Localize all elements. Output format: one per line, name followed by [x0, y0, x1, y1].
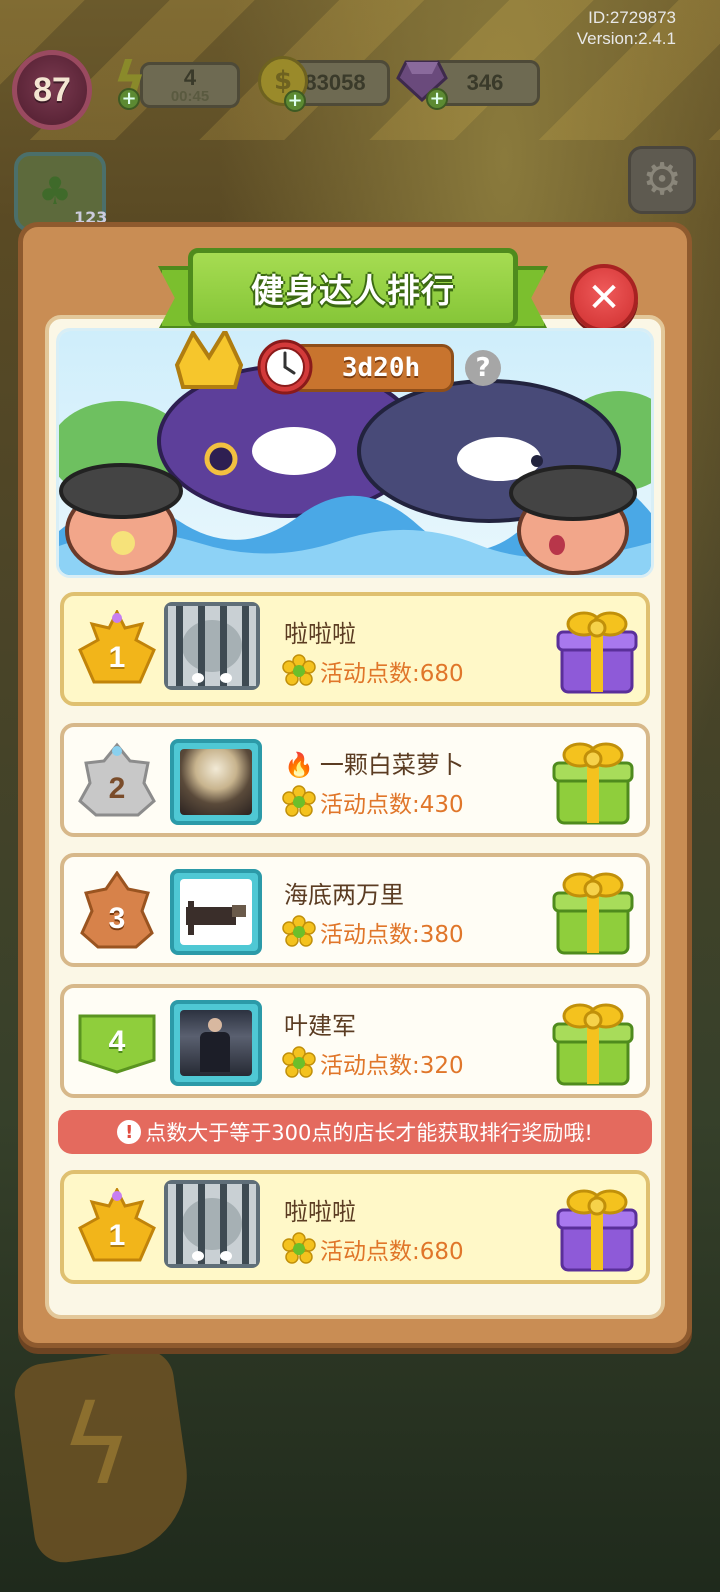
clock-icon [256, 338, 314, 396]
energy-value: 4 [183, 64, 197, 90]
rank-number: 1 [108, 1219, 126, 1252]
gift-icon[interactable] [552, 867, 634, 957]
close-icon: ✕ [587, 275, 621, 321]
close-button[interactable]: ✕ [570, 264, 638, 332]
rank-number: 2 [108, 772, 126, 805]
clover-icon: ♣ [38, 169, 73, 213]
player-avatar [170, 869, 262, 955]
player-name-text: 一颗白菜萝卜 [319, 751, 464, 779]
gift-icon[interactable] [556, 606, 638, 696]
rank-row-2[interactable]: 2 🔥 一颗白菜萝卜 活动点数:430 [60, 723, 650, 837]
activity-points: 活动点数:430 [282, 785, 464, 819]
gift-icon[interactable] [556, 1184, 638, 1274]
coin-value: 83058 [304, 70, 366, 95]
reward-notice: ! 点数大于等于300点的店长才能获取排行奖励哦! [58, 1110, 652, 1154]
player-avatar [170, 739, 262, 825]
rank-row-3[interactable]: 3 海底两万里 活动点数:380 [60, 853, 650, 967]
avatar-image [180, 749, 252, 815]
level-badge[interactable]: 87 [12, 50, 92, 130]
player-name: 啦啦啦 [284, 620, 356, 648]
settings-button[interactable]: ⚙ [628, 146, 696, 214]
avatar-image [180, 1010, 252, 1076]
my-rank-row[interactable]: 1 啦啦啦 活动点数:680 [60, 1170, 650, 1284]
rank-number: 4 [108, 1025, 126, 1058]
event-timer: 3d20h [290, 344, 454, 392]
rank-number: 1 [108, 641, 126, 674]
gift-icon[interactable] [552, 998, 634, 1088]
flower-icon [282, 1232, 316, 1264]
points-value: 活动点数:320 [320, 1053, 464, 1079]
flower-icon [282, 785, 316, 817]
level-number: 87 [33, 70, 71, 109]
avatar-image [180, 879, 252, 945]
user-id: ID:2729873 [588, 8, 676, 27]
avatar-cage-frame [164, 602, 260, 690]
add-energy-icon[interactable]: + [118, 88, 140, 110]
event-timer-text: 3d20h [341, 353, 421, 383]
gift-icon[interactable] [552, 737, 634, 827]
activity-points: 活动点数:380 [282, 915, 464, 949]
player-name: 叶建军 [284, 1012, 356, 1040]
rank-badge-gold: 1 [78, 610, 156, 690]
energy-timer: 00:45 [170, 87, 210, 105]
rank-badge-green: 4 [78, 1002, 156, 1082]
points-value: 活动点数:680 [320, 1239, 464, 1265]
player-name: 啦啦啦 [284, 1198, 356, 1226]
player-avatar [170, 1000, 262, 1086]
energy-counter[interactable]: 4 00:45 [140, 62, 240, 108]
add-coin-icon[interactable]: + [284, 90, 306, 112]
panel-title: 健身达人排行 [251, 271, 455, 310]
gear-icon: ⚙ [642, 154, 682, 205]
activity-points: 活动点数:680 [282, 1232, 464, 1266]
flower-icon [282, 915, 316, 947]
rank-row-1[interactable]: 1 啦啦啦 活动点数:680 [60, 592, 650, 706]
activity-points: 活动点数:320 [282, 1046, 464, 1080]
rank-badge-bronze: 3 [78, 871, 156, 951]
rank-number: 3 [108, 902, 126, 935]
points-value: 活动点数:680 [320, 661, 464, 687]
avatar-cage-frame [164, 1180, 260, 1268]
flower-icon [282, 654, 316, 686]
title-ribbon: 健身达人排行 [188, 248, 518, 328]
rank-badge-silver: 2 [78, 741, 156, 821]
player-name: 海底两万里 [284, 881, 404, 909]
app-version: Version:2.4.1 [576, 29, 676, 48]
flower-icon [282, 1046, 316, 1078]
exclamation-icon: ! [117, 1120, 142, 1144]
add-gem-icon[interactable]: + [426, 88, 448, 110]
rank-badge-gold: 1 [78, 1188, 156, 1268]
rank-row-4[interactable]: 4 叶建军 活动点数:320 [60, 984, 650, 1098]
notice-text: 点数大于等于300点的店长才能获取排行奖励哦! [145, 1121, 593, 1145]
gem-value: 346 [466, 70, 504, 95]
points-value: 活动点数:380 [320, 922, 464, 948]
activity-points: 活动点数:680 [282, 654, 464, 688]
help-button[interactable]: ? [465, 350, 501, 386]
player-name: 🔥 一颗白菜萝卜 [284, 745, 464, 780]
lightning-icon: ϟ [60, 1381, 133, 1509]
fire-icon: 🔥 [284, 751, 314, 779]
question-icon: ? [475, 353, 491, 383]
points-value: 活动点数:430 [320, 792, 464, 818]
